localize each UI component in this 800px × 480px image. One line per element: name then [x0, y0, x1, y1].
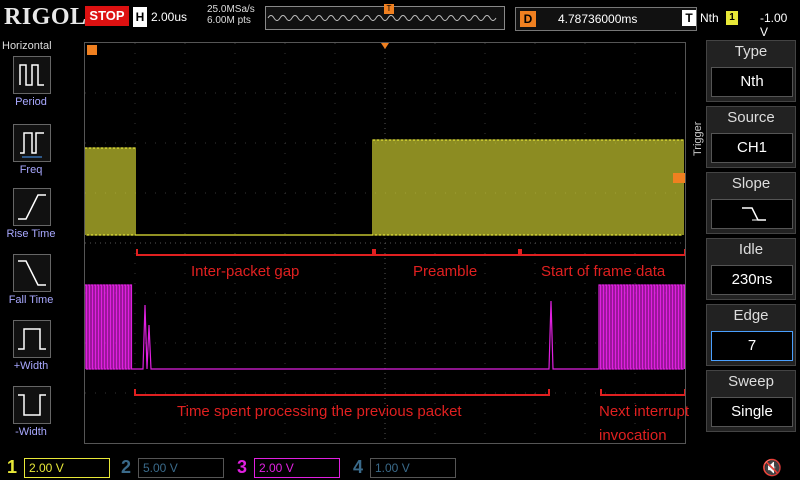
annotation-bracket [374, 249, 520, 256]
memory-depth: 6.00M pts [207, 15, 251, 26]
menu-trigger-idle[interactable]: Idle 230ns [706, 238, 796, 300]
measure-label: Fall Time [8, 294, 54, 306]
waveform-canvas [85, 43, 685, 443]
menu-value: Single [711, 397, 793, 427]
annotation-start-of-frame: Start of frame data [541, 263, 666, 280]
channel-1-number[interactable]: 1 [2, 456, 22, 478]
annotation-bracket [600, 389, 685, 396]
menu-value: CH1 [711, 133, 793, 163]
timebase-value: 2.00us [151, 10, 188, 24]
menu-value: 7 [711, 331, 793, 361]
measure-neg-width[interactable]: -Width [0, 386, 62, 450]
trigger-time-marker [87, 45, 97, 55]
sample-rate: 25.0MSa/s [207, 4, 255, 15]
menu-value: 230ns [711, 265, 793, 295]
timebase-label: H [133, 7, 147, 27]
acquisition-info: 25.0MSa/s 6.00M pts [207, 4, 255, 26]
trigger-status[interactable]: T Nth 1 -1.00 V [678, 7, 798, 39]
channel-4-scale[interactable]: 1.00 V [370, 458, 456, 478]
trigger-level: -1.00 V [760, 11, 788, 39]
measure-label: -Width [15, 426, 47, 438]
speaker-mute-icon[interactable]: 🔇 [762, 458, 782, 478]
timebase-display[interactable]: H 2.00us [133, 7, 201, 27]
measure-label: Rise Time [6, 228, 56, 240]
measure-fall-time[interactable]: Fall Time [0, 254, 62, 318]
delay-label: D [520, 11, 536, 27]
annotation-next-interrupt: Next interrupt [599, 403, 690, 420]
annotation-bracket [134, 389, 550, 396]
slope-falling-icon [711, 199, 793, 229]
delay-display[interactable]: D 4.78736000ms [515, 7, 697, 31]
brand-logo: RIGOL [4, 4, 87, 30]
trigger-type: Nth [700, 11, 719, 25]
waveform-display[interactable]: Inter-packet gap Preamble Start of frame… [84, 42, 690, 444]
ch3-waveform [85, 284, 685, 370]
freq-icon [13, 124, 51, 162]
annotation-processing: Time spent processing the previous packe… [177, 403, 462, 420]
menu-title: Type [734, 43, 768, 60]
trigger-menu: Trigger Type Nth Source CH1 Slope Idle 2… [692, 36, 800, 456]
measure-pos-width[interactable]: +Width [0, 320, 62, 384]
annotation-invocation: invocation [599, 427, 667, 444]
channel-1-scale[interactable]: 2.00 V [24, 458, 110, 478]
menu-trigger-type[interactable]: Type Nth [706, 40, 796, 102]
annotation-preamble: Preamble [413, 263, 478, 280]
delay-value: 4.78736000ms [558, 12, 638, 26]
menu-title: Idle [738, 241, 764, 258]
menu-title: Sweep [728, 373, 774, 390]
trigger-channel: 1 [726, 11, 738, 25]
measure-period[interactable]: Period [0, 56, 62, 120]
annotation-inter-packet-gap: Inter-packet gap [191, 263, 300, 280]
trigger-label: T [682, 10, 696, 26]
trigger-position-marker [381, 43, 389, 49]
measure-label: Period [15, 96, 47, 108]
ch1-waveform [85, 139, 684, 236]
measure-freq[interactable]: Freq [0, 124, 62, 188]
menu-trigger-sweep[interactable]: Sweep Single [706, 370, 796, 432]
memory-overview[interactable]: T [265, 4, 505, 30]
menu-title: Slope [731, 175, 771, 192]
channel-4-number[interactable]: 4 [348, 456, 368, 478]
fall-time-icon [13, 254, 51, 292]
annotation-bracket [520, 249, 685, 256]
measure-panel: Horizontal Period Freq Rise Time Fall Ti… [0, 36, 62, 456]
menu-trigger-slope[interactable]: Slope [706, 172, 796, 234]
annotation-bracket [136, 249, 374, 256]
panel-title: Horizontal [2, 40, 52, 52]
menu-title: Edge [733, 307, 769, 324]
run-stop-indicator[interactable]: STOP [85, 6, 129, 26]
trigger-level-marker [673, 173, 685, 183]
neg-width-icon [13, 386, 51, 424]
channel-2-number[interactable]: 2 [116, 456, 136, 478]
top-bar: RIGOL STOP H 2.00us 25.0MSa/s 6.00M pts T… [0, 0, 800, 39]
channel-3-number[interactable]: 3 [232, 456, 252, 478]
measure-label: Freq [19, 164, 43, 176]
menu-side-label: Trigger [692, 121, 704, 156]
channel-bar: 1 2.00 V 2 5.00 V 3 2.00 V 4 1.00 V 🔇 [0, 456, 800, 480]
trigger-position-icon: T [384, 4, 394, 14]
measure-label: +Width [13, 360, 49, 372]
menu-trigger-source[interactable]: Source CH1 [706, 106, 796, 168]
menu-trigger-edge[interactable]: Edge 7 [706, 304, 796, 366]
channel-2-scale[interactable]: 5.00 V [138, 458, 224, 478]
menu-value: Nth [711, 67, 793, 97]
rise-time-icon [13, 188, 51, 226]
measure-rise-time[interactable]: Rise Time [0, 188, 62, 252]
menu-title: Source [727, 109, 775, 126]
channel-3-scale[interactable]: 2.00 V [254, 458, 340, 478]
pos-width-icon [13, 320, 51, 358]
period-icon [13, 56, 51, 94]
